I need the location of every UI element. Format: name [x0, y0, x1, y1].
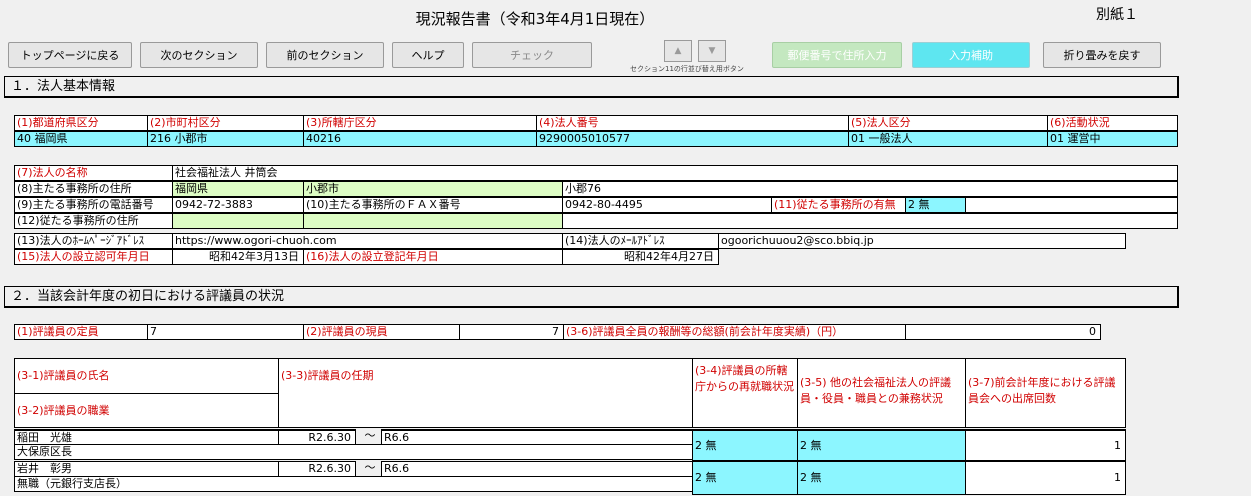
term-end[interactable]: R6.6 [381, 429, 693, 445]
sub-address-city[interactable] [303, 213, 563, 229]
corporate-type-label: (5)法人区分 [848, 115, 1048, 131]
email-value[interactable]: ogoorichuuou2@sco.bbiq.jp [718, 233, 1126, 249]
col-name-header: (3-1)評議員の氏名 [14, 358, 279, 394]
term-separator: ～ [364, 429, 376, 442]
attendance-value[interactable]: 1 [965, 429, 1126, 461]
municipality-label: (2)市町村区分 [147, 115, 304, 131]
col-reemploy-header: (3-4)評議員の所轄庁からの再就職状況 [692, 358, 798, 428]
sub-address-detail[interactable] [562, 213, 1178, 229]
approval-date-value[interactable]: 昭和42年3月13日 [172, 249, 304, 265]
prev-section-button[interactable]: 前のセクション [266, 42, 384, 68]
sub-address-prefecture[interactable] [172, 213, 304, 229]
corp-name-label: (7)法人の名称 [14, 165, 173, 181]
activity-status-label: (6)活動状況 [1047, 115, 1178, 131]
activity-status-value[interactable]: 01 運営中 [1047, 131, 1178, 147]
section1-heading: １．法人基本情報 [4, 76, 1179, 98]
sub-address-label: (12)従たる事務所の住所 [14, 213, 173, 229]
col-attendance-header: (3-7)前会計年度における評議員会への出席回数 [965, 358, 1126, 428]
registration-date-label: (16)法人の設立登記年月日 [303, 249, 563, 265]
prefecture-value[interactable]: 40 福岡県 [14, 131, 148, 147]
homepage-value[interactable]: https://www.ogori-chuoh.com [172, 233, 563, 249]
col-concurrent-header: (3-5) 他の社会福祉法人の評議員・役員・職員との兼務状況 [797, 358, 966, 428]
phone-label: (9)主たる事務所の電話番号 [14, 197, 173, 213]
registration-date-value[interactable]: 昭和42年4月27日 [562, 249, 719, 265]
down-arrow-icon: ▼ [708, 46, 716, 56]
councilor-current-label: (2)評議員の現員 [303, 324, 460, 340]
input-support-button[interactable]: 入力補助 [912, 42, 1030, 68]
arrow-caption: セクション11の行並び替え用ボタン [630, 65, 744, 73]
section2-heading: ２．当該会計年度の初日における評議員の状況 [4, 286, 1179, 308]
term-separator: ～ [364, 461, 376, 474]
councilor-occupation[interactable]: 大保原区長 [14, 444, 693, 460]
fax-value[interactable]: 0942-80-4495 [562, 197, 772, 213]
corporate-number-label: (4)法人番号 [536, 115, 849, 131]
councilor-current-value[interactable]: 7 [459, 324, 564, 340]
help-button[interactable]: ヘルプ [392, 42, 464, 68]
attendance-value[interactable]: 1 [965, 461, 1126, 495]
corporate-type-value[interactable]: 01 一般法人 [848, 131, 1048, 147]
sub-office-value[interactable]: 2 無 [905, 197, 966, 213]
reemploy-value[interactable]: 2 無 [692, 429, 798, 461]
councilor-name[interactable]: 岩井 彰男 [14, 461, 279, 477]
address-label: (8)主たる事務所の住所 [14, 181, 173, 197]
up-arrow-icon: ▲ [674, 46, 682, 56]
concurrent-value[interactable]: 2 無 [797, 461, 966, 495]
next-section-button[interactable]: 次のセクション [140, 42, 258, 68]
prefecture-label: (1)都道府県区分 [14, 115, 148, 131]
jurisdiction-value[interactable]: 40216 [303, 131, 537, 147]
remuneration-value[interactable]: 0 [905, 324, 1101, 340]
col-term-header: (3-3)評議員の任期 [278, 358, 693, 428]
annex-label: 別紙１ [1096, 7, 1138, 23]
approval-date-label: (15)法人の設立認可年月日 [14, 249, 173, 265]
move-down-button[interactable]: ▼ [698, 40, 726, 62]
address-city[interactable]: 小郡市 [303, 181, 563, 197]
move-up-button[interactable]: ▲ [664, 40, 692, 62]
page-title: 現況報告書（令和3年4月1日現在） [415, 10, 655, 28]
address-detail[interactable]: 小郡76 [562, 181, 1178, 197]
homepage-label: (13)法人のﾎｰﾑﾍﾟｰｼﾞｱﾄﾞﾚｽ [14, 233, 173, 249]
term-end[interactable]: R6.6 [381, 461, 693, 477]
restore-fold-button[interactable]: 折り畳みを戻す [1043, 42, 1161, 68]
phone-value[interactable]: 0942-72-3883 [172, 197, 304, 213]
councilor-quota-label: (1)評議員の定員 [14, 324, 148, 340]
municipality-value[interactable]: 216 小郡市 [147, 131, 304, 147]
fax-label: (10)主たる事務所のＦＡＸ番号 [303, 197, 563, 213]
term-start[interactable]: R2.6.30 [278, 461, 356, 477]
councilor-quota-value[interactable]: 7 [147, 324, 304, 340]
corporate-number-value[interactable]: 9290005010577 [536, 131, 849, 147]
reemploy-value[interactable]: 2 無 [692, 461, 798, 495]
corp-name-value[interactable]: 社会福祉法人 井筒会 [172, 165, 1178, 181]
sub-office-label: (11)従たる事務所の有無 [771, 197, 906, 213]
sub-office-blank [965, 197, 1178, 213]
councilor-occupation[interactable]: 無職（元銀行支店長） [14, 476, 693, 492]
address-prefecture[interactable]: 福岡県 [172, 181, 304, 197]
jurisdiction-label: (3)所轄庁区分 [303, 115, 537, 131]
concurrent-value[interactable]: 2 無 [797, 429, 966, 461]
email-label: (14)法人のﾒｰﾙｱﾄﾞﾚｽ [562, 233, 719, 249]
check-button[interactable]: チェック [472, 42, 592, 68]
postal-input-button[interactable]: 郵便番号で住所入力 [772, 42, 902, 68]
top-page-button[interactable]: トップページに戻る [8, 42, 132, 68]
term-start[interactable]: R2.6.30 [278, 429, 356, 445]
remuneration-label: (3-6)評議員全員の報酬等の総額(前会計年度実績)（円） [563, 324, 906, 340]
col-occupation-header: (3-2)評議員の職業 [14, 393, 279, 428]
councilor-name[interactable]: 稲田 光雄 [14, 429, 279, 445]
